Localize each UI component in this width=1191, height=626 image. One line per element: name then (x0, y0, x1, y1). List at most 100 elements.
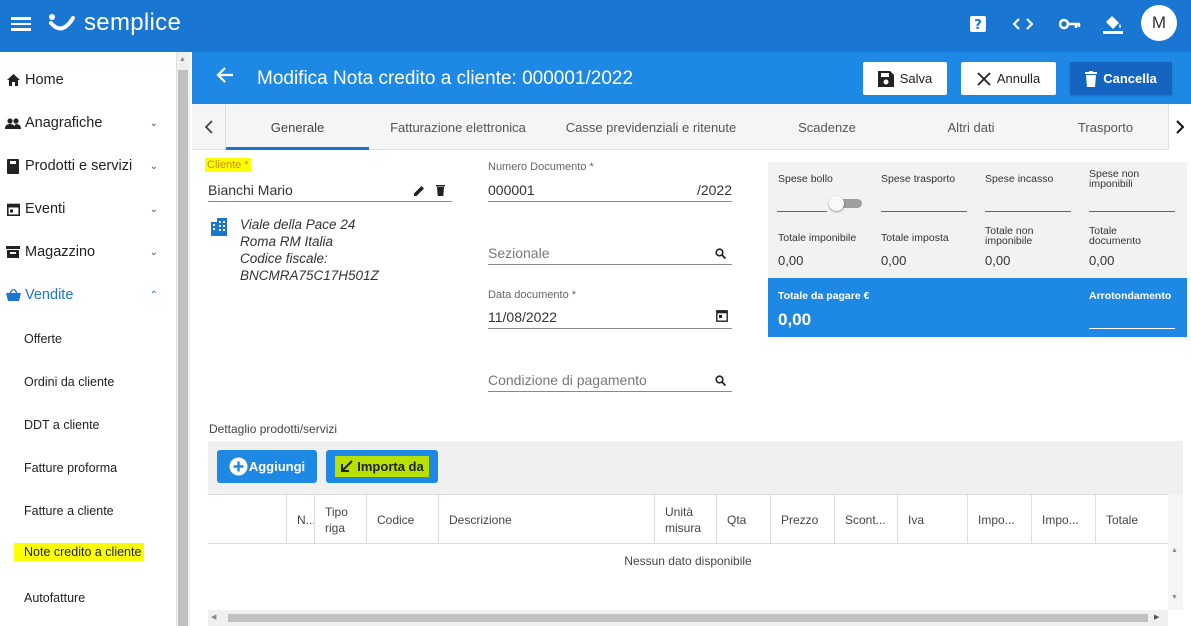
tab-bar: Generale Fatturazione elettronica Casse … (192, 104, 1191, 150)
delete-trash-icon[interactable] (436, 183, 445, 199)
sidebar-item-anagrafiche[interactable]: Anagrafiche ⌄ (0, 103, 176, 143)
cliente-field[interactable]: Bianchi Mario (208, 180, 452, 202)
condizione-pagamento-field[interactable]: Condizione di pagamento (488, 370, 732, 392)
scroll-down-icon[interactable]: ▼ (1171, 594, 1178, 601)
grid-column-header[interactable]: N... (286, 495, 316, 544)
spese-incasso-input[interactable] (985, 211, 1071, 212)
spese-trasporto-label: Spese trasporto (881, 173, 956, 185)
sidebar-subitem-ordini[interactable]: Ordini da cliente (24, 375, 114, 389)
grid-column-header[interactable]: Iva (897, 495, 967, 544)
save-button-label: Salva (899, 71, 933, 86)
add-button[interactable]: Aggiungi (217, 450, 317, 483)
grid-column-header[interactable]: Codice (366, 495, 438, 544)
sidebar-subitem-proforma[interactable]: Fatture proforma (24, 461, 117, 475)
basket-icon (5, 289, 21, 301)
spese-bollo-label: Spese bollo (778, 173, 833, 185)
sidebar-item-vendite[interactable]: Vendite ⌃ (0, 275, 176, 315)
tab-scadenze[interactable]: Scadenze (755, 104, 899, 150)
sidebar-item-home[interactable]: Home (0, 60, 176, 100)
sidebar-subitem-autofatture[interactable]: Autofatture (24, 591, 85, 605)
grid-toolbar: Aggiungi Importa da (208, 441, 1183, 494)
cliente-value: Bianchi Mario (208, 182, 293, 198)
sidebar-item-eventi[interactable]: Eventi ⌄ (0, 189, 176, 229)
arrow-down-left-icon (341, 460, 353, 472)
sidebar-item-label: Magazzino (25, 244, 96, 260)
spese-non-imponibili-label: Spese non imponibili (1089, 168, 1140, 190)
arrotondamento-input[interactable] (1089, 328, 1175, 329)
spese-trasporto-input[interactable] (881, 211, 967, 212)
sezionale-field[interactable]: Sezionale (488, 243, 732, 265)
tab-fatturazione-elettronica[interactable]: Fatturazione elettronica (369, 104, 547, 150)
import-button-label: Importa da (357, 459, 424, 474)
grid-column-header[interactable]: Prezzo (770, 495, 834, 544)
back-arrow-icon[interactable] (216, 66, 234, 89)
warehouse-icon (5, 246, 21, 258)
address-line: Codice fiscale: (240, 251, 328, 266)
scroll-left-icon[interactable]: ◀ (211, 613, 216, 621)
search-icon[interactable] (715, 373, 727, 389)
condizione-pagamento-placeholder: Condizione di pagamento (488, 372, 647, 388)
tab-altri-dati[interactable]: Altri dati (899, 104, 1043, 150)
totale-non-imponibile-value: 0,00 (985, 253, 1011, 268)
sidebar-subitem-ddt[interactable]: DDT a cliente (24, 418, 100, 432)
calendar-icon[interactable] (716, 309, 728, 325)
grid-horizontal-scrollbar-thumb[interactable] (228, 614, 1148, 622)
code-icon[interactable] (1013, 13, 1033, 35)
save-button[interactable]: Salva (863, 62, 947, 95)
avatar[interactable]: M (1141, 5, 1177, 41)
tab-trasporto[interactable]: Trasporto (1043, 104, 1168, 150)
search-icon[interactable] (715, 246, 727, 262)
cancel-button-label: Annulla (996, 71, 1041, 86)
grid-vertical-scrollbar[interactable]: ▲ ▼ (1168, 494, 1183, 610)
page-title: Modifica Nota credito a cliente: 000001/… (257, 68, 634, 89)
sidebar-subitem-fatture[interactable]: Fatture a cliente (24, 504, 114, 518)
codice-fiscale: BNCMRA75C17H501Z (240, 268, 379, 283)
tab-scroll-left-icon[interactable] (192, 104, 226, 150)
cancel-button[interactable]: Annulla (961, 62, 1056, 95)
grid-column-select[interactable] (208, 495, 286, 544)
grid-header-row: N... Tipo riga Codice Descrizione Unità … (208, 494, 1168, 544)
grid-column-header[interactable]: Impo... (1031, 495, 1095, 544)
totale-da-pagare-label: Totale da pagare € (778, 290, 870, 302)
active-tab-indicator (226, 147, 369, 150)
grid-column-header[interactable]: Qta (716, 495, 770, 544)
app-logo[interactable]: semplice (48, 8, 181, 38)
sidebar-item-label: Prodotti e servizi (25, 158, 133, 174)
grid-column-header[interactable]: Impo... (967, 495, 1031, 544)
grid-column-header[interactable]: Scont... (834, 495, 897, 544)
data-documento-field[interactable]: 11/08/2022 (488, 307, 732, 329)
tab-scroll-right-icon[interactable] (1168, 104, 1191, 150)
menu-icon[interactable] (11, 14, 31, 34)
address-line: Viale della Pace 24 (240, 217, 356, 232)
grid-column-header[interactable]: Descrizione (438, 495, 654, 544)
arrotondamento-label: Arrotondamento (1089, 290, 1172, 302)
sidebar-subitem-note-credito[interactable]: Note credito a cliente (14, 543, 145, 561)
key-icon[interactable] (1059, 13, 1081, 35)
totale-documento-label: Totale documento (1089, 225, 1141, 247)
tab-casse-previdenziali[interactable]: Casse previdenziali e ritenute (547, 104, 755, 150)
paint-bucket-icon[interactable] (1102, 13, 1124, 35)
grid-column-header[interactable]: Totale (1095, 495, 1168, 544)
sidebar-item-prodotti[interactable]: Prodotti e servizi ⌄ (0, 146, 176, 186)
edit-pencil-icon[interactable] (414, 183, 425, 199)
grid-body: Nessun dato disponibile (208, 544, 1168, 610)
tab-generale[interactable]: Generale (226, 104, 369, 150)
spese-bollo-toggle[interactable] (829, 196, 863, 211)
scroll-right-icon[interactable]: ▶ (1154, 613, 1159, 621)
import-button[interactable]: Importa da (326, 450, 438, 483)
scroll-up-icon[interactable]: ▲ (1171, 547, 1178, 554)
totale-da-pagare-value: 0,00 (778, 310, 812, 329)
delete-button[interactable]: Cancella (1070, 62, 1172, 95)
data-documento-label: Data documento * (488, 289, 577, 301)
sidebar-item-magazzino[interactable]: Magazzino ⌄ (0, 232, 176, 272)
scroll-up-icon[interactable]: ▲ (179, 56, 186, 63)
numero-documento-field[interactable]: 000001 /2022 (488, 180, 732, 202)
grid-column-header[interactable]: Unità misura (654, 495, 716, 544)
spese-non-imponibili-input[interactable] (1089, 211, 1175, 212)
calendar-icon (5, 203, 21, 216)
sidebar-subitem-offerte[interactable]: Offerte (24, 332, 62, 346)
help-icon[interactable]: ? (969, 13, 987, 35)
sidebar-item-label: Home (25, 72, 64, 88)
grid-column-header[interactable]: Tipo riga (314, 495, 366, 544)
sidebar-scrollbar-thumb[interactable] (178, 70, 188, 626)
